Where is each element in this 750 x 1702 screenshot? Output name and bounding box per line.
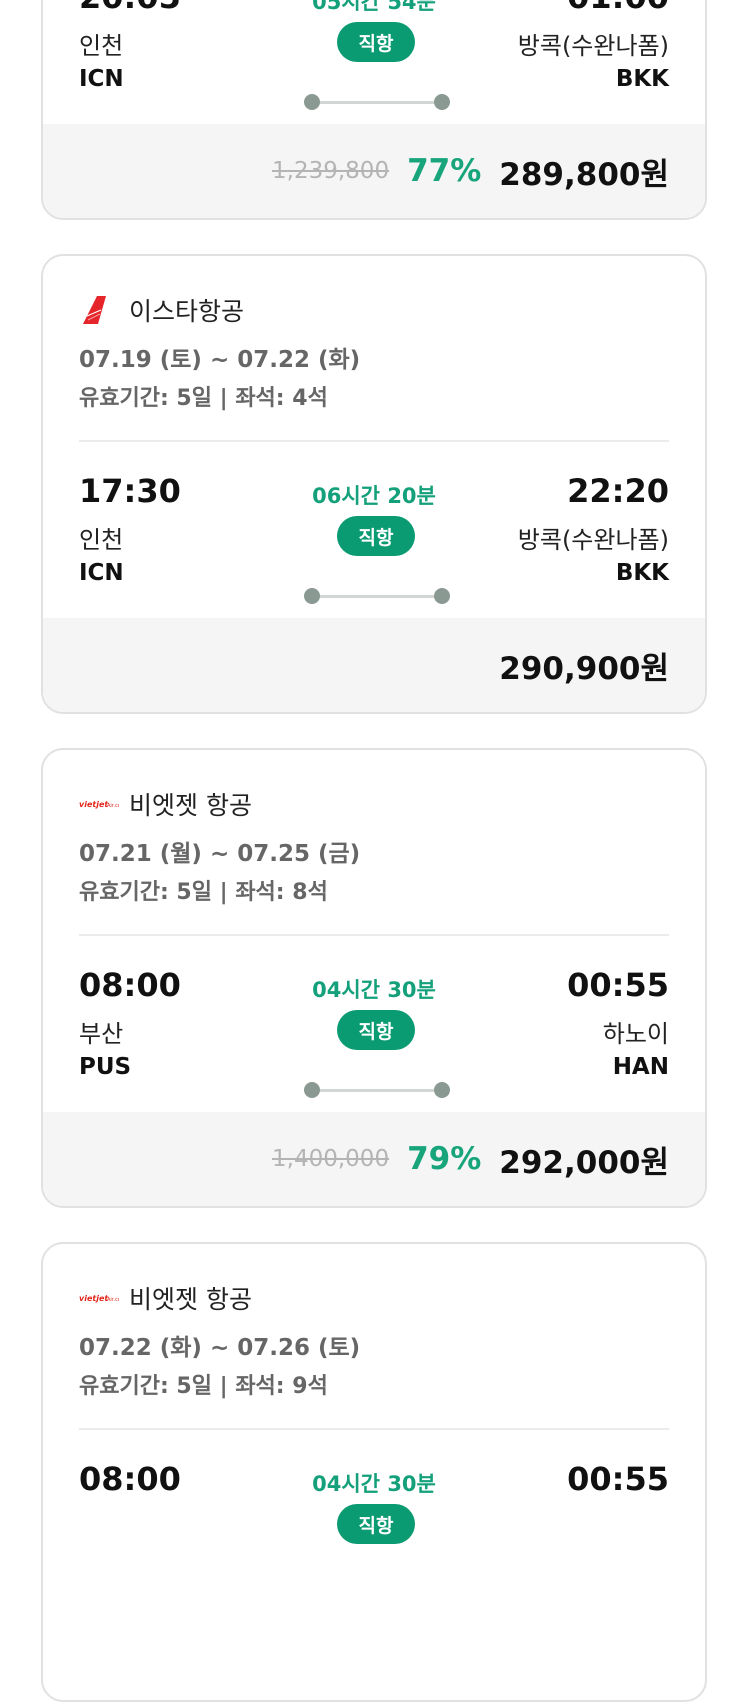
- airline-row: vietjet Air.com 비엣젯 항공: [79, 786, 252, 822]
- route-line: [304, 92, 450, 112]
- direct-flight-badge: 직항: [337, 22, 415, 62]
- departure-city: 부산: [79, 1020, 124, 1048]
- direct-flight-badge: 직항: [337, 1504, 415, 1544]
- route-line: [304, 1080, 450, 1100]
- route-line: [304, 586, 450, 606]
- departure-airport-code: ICN: [79, 66, 124, 92]
- validity-seats: 유효기간: 5일 | 좌석: 4석: [79, 386, 328, 411]
- route-end-dot: [434, 1082, 450, 1098]
- travel-dates: 07.21 (월) ~ 07.25 (금): [79, 841, 361, 867]
- route-bar: [312, 101, 442, 104]
- original-price: 1,239,800: [272, 158, 390, 184]
- route-start-dot: [304, 588, 320, 604]
- route-end-dot: [434, 94, 450, 110]
- arrival-airport-code: BKK: [615, 560, 669, 586]
- arrival-time: 01:00: [567, 0, 669, 16]
- arrival-time: 00:55: [567, 966, 669, 1004]
- price-group: 290,900원: [499, 618, 669, 712]
- route-bar: [312, 595, 442, 598]
- divider: [79, 440, 669, 442]
- departure-airport-code: PUS: [79, 1054, 132, 1080]
- svg-text:Air.com: Air.com: [107, 803, 119, 809]
- route-start-dot: [304, 1082, 320, 1098]
- price-group: 1,239,800 77% 289,800원: [272, 124, 669, 218]
- eastar-jet-logo-icon: [79, 294, 119, 326]
- flight-card[interactable]: vietjet Air.com 비엣젯 항공 07.22 (화) ~ 07.26…: [41, 1242, 707, 1702]
- svg-text:vietjet: vietjet: [79, 1294, 109, 1303]
- price-group: 1,400,000 79% 292,000원: [272, 1112, 669, 1206]
- divider: [79, 1428, 669, 1430]
- price-band: 1,239,800 77% 289,800원: [43, 124, 705, 218]
- arrival-city: 방콕(수완나폼): [517, 32, 669, 60]
- arrival-city: 하노이: [602, 1020, 669, 1048]
- airline-row: 이스타항공: [79, 292, 244, 328]
- discount-rate: 79%: [407, 1141, 482, 1177]
- direct-flight-badge: 직항: [337, 516, 415, 556]
- validity-seats: 유효기간: 5일 | 좌석: 8석: [79, 880, 328, 905]
- flight-card[interactable]: 20:05 05시간 54분 01:00 직항 인천 방콕(수완나폼) ICN …: [41, 0, 707, 220]
- airline-row: vietjet Air.com 비엣젯 항공: [79, 1280, 252, 1316]
- sale-price: 290,900원: [499, 650, 669, 687]
- departure-airport-code: ICN: [79, 560, 124, 586]
- discount-rate: 77%: [407, 153, 482, 189]
- svg-text:vietjet: vietjet: [79, 800, 109, 809]
- price-band: 1,400,000 79% 292,000원: [43, 1112, 705, 1206]
- arrival-airport-code: BKK: [615, 66, 669, 92]
- direct-flight-badge: 직항: [337, 1010, 415, 1050]
- price-band: 290,900원: [43, 618, 705, 712]
- airline-name: 비엣젯 항공: [129, 1285, 252, 1314]
- arrival-airport-code: HAN: [612, 1054, 669, 1080]
- airline-name: 이스타항공: [129, 297, 245, 326]
- flight-card[interactable]: 이스타항공 07.19 (토) ~ 07.22 (화) 유효기간: 5일 | 좌…: [41, 254, 707, 714]
- vietjet-logo-icon: vietjet Air.com: [79, 788, 119, 820]
- flight-card[interactable]: vietjet Air.com 비엣젯 항공 07.21 (월) ~ 07.25…: [41, 748, 707, 1208]
- arrival-time: 22:20: [567, 472, 669, 510]
- svg-text:Air.com: Air.com: [107, 1297, 119, 1303]
- arrival-city: 방콕(수완나폼): [517, 526, 669, 554]
- travel-dates: 07.22 (화) ~ 07.26 (토): [79, 1335, 361, 1361]
- route-bar: [312, 1089, 442, 1092]
- departure-city: 인천: [79, 32, 124, 60]
- route-start-dot: [304, 94, 320, 110]
- original-price: 1,400,000: [272, 1146, 390, 1172]
- sale-price: 292,000원: [499, 1144, 669, 1181]
- arrival-time: 00:55: [567, 1460, 669, 1498]
- route-end-dot: [434, 588, 450, 604]
- divider: [79, 934, 669, 936]
- departure-city: 인천: [79, 526, 124, 554]
- airline-name: 비엣젯 항공: [129, 791, 252, 820]
- travel-dates: 07.19 (토) ~ 07.22 (화): [79, 347, 361, 373]
- validity-seats: 유효기간: 5일 | 좌석: 9석: [79, 1374, 328, 1399]
- sale-price: 289,800원: [499, 156, 669, 193]
- vietjet-logo-icon: vietjet Air.com: [79, 1282, 119, 1314]
